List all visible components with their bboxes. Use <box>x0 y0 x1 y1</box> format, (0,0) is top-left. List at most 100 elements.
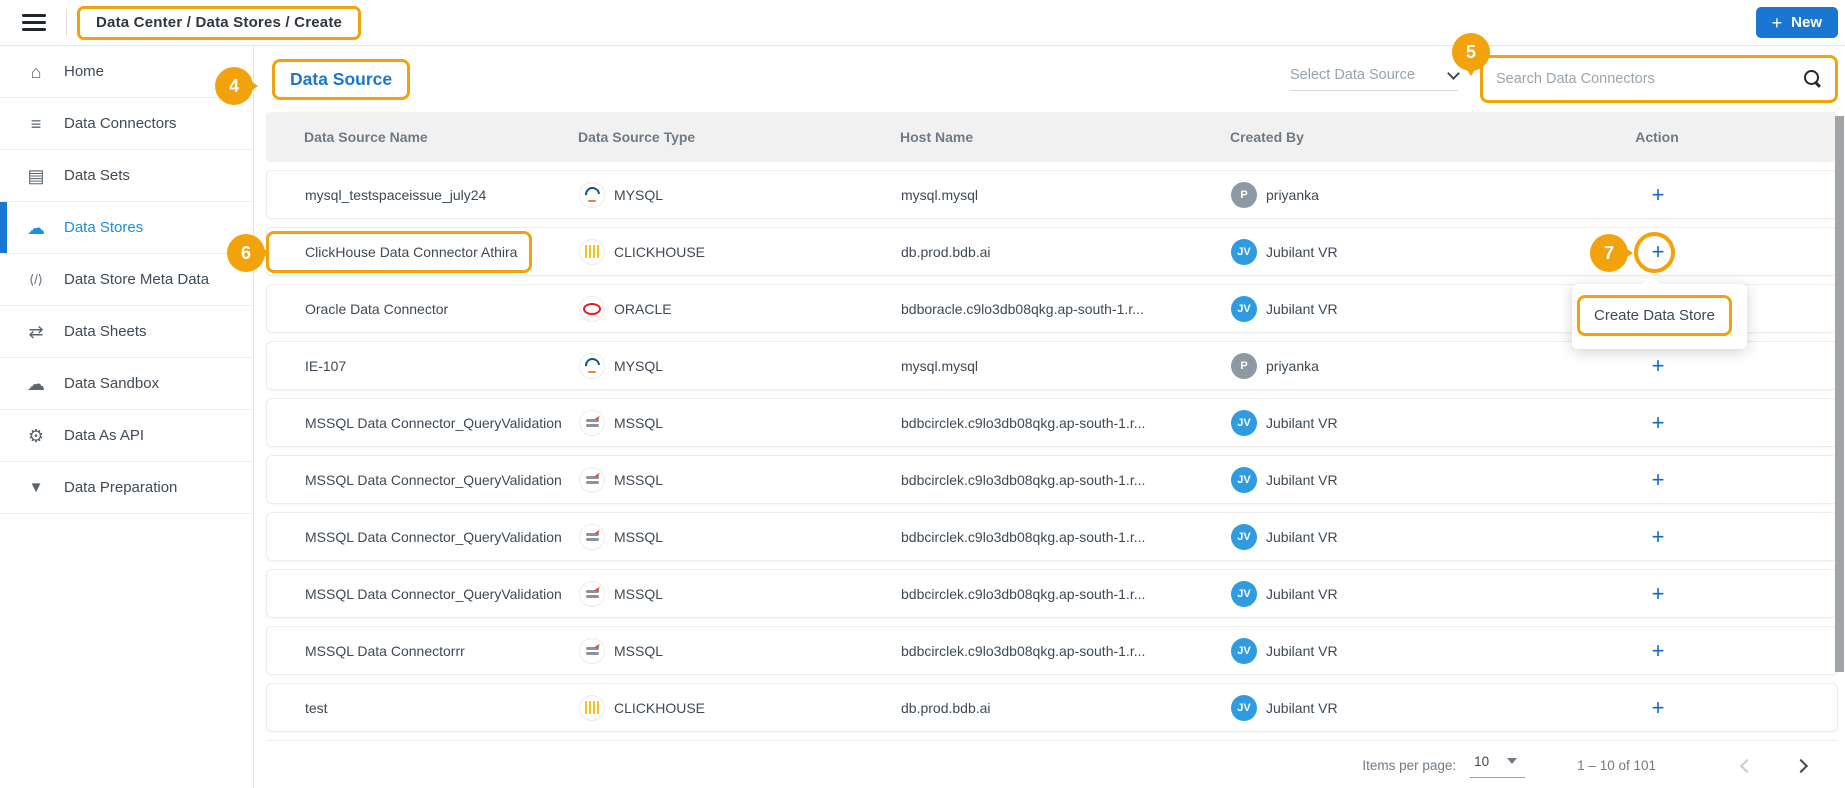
data-source-name: Oracle Data Connector <box>305 301 579 317</box>
next-page-button[interactable] <box>1788 753 1814 779</box>
data-source-type-icon <box>579 410 605 436</box>
avatar: P <box>1231 353 1257 379</box>
avatar: JV <box>1231 524 1257 550</box>
table-row: MSSQL Data Connector_QueryValidation MSS… <box>266 512 1838 561</box>
main-content: Data Source Select Data Source <box>254 46 1845 788</box>
chevron-left-icon <box>1740 758 1754 772</box>
created-by: Jubilant VR <box>1266 529 1338 545</box>
breadcrumb-annotation-box: Data Center / Data Stores / Create <box>77 6 361 40</box>
data-store-meta-data-icon: ⟨/⟩ <box>21 273 51 286</box>
host-name: bdbcirclek.c9lo3db08qkg.ap-south-1.r... <box>901 586 1231 602</box>
caret-down-icon <box>1507 758 1517 764</box>
data-sandbox-icon: ☁ <box>21 375 51 393</box>
sidebar-item-data-stores[interactable]: ☁ Data Stores <box>0 202 253 254</box>
data-source-type-icon <box>579 353 605 379</box>
data-source-type: MSSQL <box>614 586 663 602</box>
menu-icon[interactable] <box>18 7 58 39</box>
create-data-store-menu-item[interactable]: Create Data Store <box>1594 307 1715 324</box>
table-header: Data Source NameData Source TypeHost Nam… <box>266 112 1838 162</box>
data-source-type: MYSQL <box>614 187 663 203</box>
data-source-name: MSSQL Data Connector_QueryValidation <box>305 415 579 431</box>
add-data-store-button[interactable]: + <box>1652 412 1665 434</box>
items-per-page-label: Items per page: <box>1362 758 1456 773</box>
data-source-type-icon <box>579 581 605 607</box>
add-data-store-button[interactable]: + <box>1652 526 1665 548</box>
search-icon[interactable] <box>1803 69 1823 89</box>
created-by: Jubilant VR <box>1266 586 1338 602</box>
sidebar-item-data-connectors[interactable]: ≡ Data Connectors <box>0 98 253 150</box>
data-source-name: MSSQL Data Connector_QueryValidation <box>305 586 579 602</box>
data-source-type-icon <box>579 695 605 721</box>
data-sheets-icon: ⇄ <box>21 323 51 341</box>
data-source-type: MSSQL <box>614 415 663 431</box>
data-as-api-icon: ⚙ <box>21 427 51 445</box>
data-stores-icon: ☁ <box>21 219 51 237</box>
data-source-name: test <box>305 700 579 716</box>
data-source-type-icon <box>579 638 605 664</box>
add-data-store-button[interactable]: + <box>1652 184 1665 206</box>
data-source-type: MYSQL <box>614 358 663 374</box>
data-source-name: ClickHouse Data Connector Athira <box>305 244 579 260</box>
data-source-type: CLICKHOUSE <box>614 244 705 260</box>
avatar: JV <box>1231 695 1257 721</box>
new-button-label: New <box>1791 14 1822 31</box>
data-source-name: IE-107 <box>305 358 579 374</box>
sidebar-item-data-preparation[interactable]: ▼ Data Preparation <box>0 462 253 514</box>
table-row: MSSQL Data Connector_QueryValidation MSS… <box>266 398 1838 447</box>
annotation-marker-4: 4 <box>215 67 253 105</box>
avatar: JV <box>1231 410 1257 436</box>
data-source-type-icon <box>579 524 605 550</box>
add-data-store-button[interactable]: + <box>1652 469 1665 491</box>
sidebar-item-data-store-meta-data[interactable]: ⟨/⟩ Data Store Meta Data <box>0 254 253 306</box>
sidebar-item-data-sets[interactable]: ▤ Data Sets <box>0 150 253 202</box>
breadcrumb[interactable]: Data Center / Data Stores / Create <box>96 14 342 31</box>
sidebar-item-label: Data Sheets <box>64 323 147 340</box>
search-input[interactable] <box>1496 71 1803 87</box>
title-annotation-box: Data Source <box>272 59 410 100</box>
created-by: priyanka <box>1266 358 1319 374</box>
add-data-store-button[interactable]: + <box>1652 355 1665 377</box>
previous-page-button[interactable] <box>1734 753 1760 779</box>
page-range: 1 – 10 of 101 <box>1577 758 1656 773</box>
add-data-store-button[interactable]: + <box>1652 583 1665 605</box>
created-by: Jubilant VR <box>1266 700 1338 716</box>
created-by: Jubilant VR <box>1266 301 1338 317</box>
table-row: MSSQL Data Connector_QueryValidation MSS… <box>266 569 1838 618</box>
data-connectors-icon: ≡ <box>21 115 51 133</box>
column-header: Created By <box>1230 129 1570 145</box>
plus-icon: + <box>1772 14 1783 32</box>
data-source-type-icon <box>579 296 605 322</box>
created-by: priyanka <box>1266 187 1319 203</box>
new-button[interactable]: + New <box>1756 7 1838 38</box>
search-annotation-box <box>1480 55 1838 103</box>
add-data-store-button[interactable]: + <box>1652 697 1665 719</box>
created-by: Jubilant VR <box>1266 244 1338 260</box>
created-by: Jubilant VR <box>1266 643 1338 659</box>
data-source-type-icon <box>579 467 605 493</box>
host-name: bdbcirclek.c9lo3db08qkg.ap-south-1.r... <box>901 472 1231 488</box>
sidebar-item-data-sandbox[interactable]: ☁ Data Sandbox <box>0 358 253 410</box>
sidebar: ⌂ Home ≡ Data Connectors ▤ Data Sets ☁ D… <box>0 46 254 788</box>
toolbar: Data Source Select Data Source <box>266 46 1838 112</box>
sidebar-item-label: Data As API <box>64 427 144 444</box>
scrollbar-thumb[interactable] <box>1835 116 1844 672</box>
data-source-type: CLICKHOUSE <box>614 700 705 716</box>
data-source-type: MSSQL <box>614 643 663 659</box>
add-data-store-button[interactable]: + <box>1652 640 1665 662</box>
chevron-right-icon <box>1794 758 1808 772</box>
host-name: mysql.mysql <box>901 358 1231 374</box>
created-by: Jubilant VR <box>1266 415 1338 431</box>
data-source-select[interactable]: Select Data Source <box>1290 67 1458 91</box>
avatar: JV <box>1231 581 1257 607</box>
host-name: bdbcirclek.c9lo3db08qkg.ap-south-1.r... <box>901 643 1231 659</box>
add-data-store-button[interactable]: + <box>1652 241 1665 263</box>
sidebar-item-data-as-api[interactable]: ⚙ Data As API <box>0 410 253 462</box>
column-header: Data Source Type <box>578 129 900 145</box>
sidebar-item-data-sheets[interactable]: ⇄ Data Sheets <box>0 306 253 358</box>
annotation-marker-6: 6 <box>227 234 265 272</box>
items-per-page-select[interactable]: 10 <box>1470 754 1525 778</box>
sidebar-item-label: Data Connectors <box>64 115 177 132</box>
column-header: Data Source Name <box>304 129 578 145</box>
data-source-type-icon <box>579 182 605 208</box>
avatar: JV <box>1231 467 1257 493</box>
